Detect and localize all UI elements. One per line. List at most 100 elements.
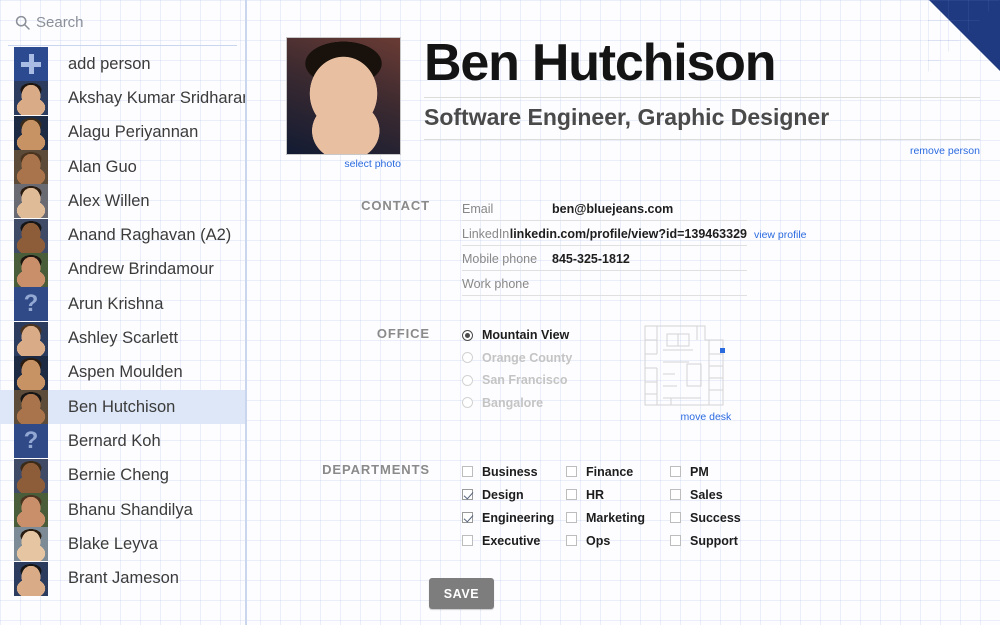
checkbox-icon[interactable] (566, 512, 577, 523)
person-row[interactable]: Alan Guo (0, 150, 245, 185)
radio-icon[interactable] (462, 374, 473, 386)
office-radio-option[interactable]: Orange County (462, 347, 572, 370)
department-checkbox-row[interactable]: Success (670, 506, 774, 529)
department-checkbox-row[interactable]: Engineering (462, 506, 566, 529)
checkbox-icon[interactable] (670, 466, 681, 477)
person-row[interactable]: Akshay Kumar Sridharan (0, 81, 245, 116)
person-row[interactable]: Alagu Periyannan (0, 115, 245, 150)
department-label: Success (690, 510, 741, 525)
person-row[interactable]: Bhanu Shandilya (0, 493, 245, 527)
checkbox-icon[interactable] (566, 535, 577, 546)
person-row[interactable]: Blake Leyva (0, 527, 245, 562)
avatar (14, 150, 48, 185)
plus-icon (14, 47, 48, 82)
checkbox-icon[interactable] (462, 466, 473, 477)
radio-icon[interactable] (462, 329, 473, 341)
search-input[interactable] (36, 14, 216, 31)
remove-person-link[interactable]: remove person (424, 145, 980, 157)
avatar (14, 321, 48, 356)
department-label: Ops (586, 533, 611, 548)
radio-icon[interactable] (462, 397, 473, 409)
department-checkbox-row[interactable]: Marketing (566, 506, 670, 529)
checkbox-icon[interactable] (670, 489, 681, 500)
contact-field-label: Mobile phone (462, 252, 538, 266)
department-checkbox-row[interactable]: Ops (566, 529, 670, 552)
avatar (14, 527, 48, 562)
office-radio-group[interactable]: Mountain View Orange County San Francisco B… (462, 324, 572, 423)
person-name: Bernie Cheng (68, 466, 169, 485)
add-person-row[interactable]: add person (0, 47, 245, 82)
office-radio-option[interactable]: San Francisco (462, 369, 572, 392)
people-list[interactable]: add person Akshay Kumar Sridharan Alagu P… (0, 47, 245, 625)
office-radio-option[interactable]: Mountain View (462, 324, 572, 347)
department-label: Engineering (482, 510, 555, 525)
view-profile-link[interactable]: view profile (754, 229, 807, 241)
departments-section: DEPARTMENTS Business Design Engineering Exe… (282, 460, 774, 552)
person-row[interactable]: Bernie Cheng (0, 458, 245, 493)
checkbox-icon[interactable] (566, 489, 577, 500)
move-desk-link[interactable]: move desk (643, 411, 732, 423)
person-name: Bhanu Shandilya (68, 500, 193, 519)
checkbox-icon[interactable] (566, 466, 577, 477)
avatar-placeholder-icon: ? (14, 287, 48, 322)
checkbox-icon[interactable] (670, 535, 681, 546)
office-radio-label: Orange County (482, 350, 573, 365)
person-row[interactable]: ? Arun Krishna (0, 287, 245, 322)
profile-header: Ben Hutchison Software Engineer, Graphic… (424, 36, 980, 157)
department-checkbox-row[interactable]: Design (462, 483, 566, 506)
contact-field-label: Email (462, 202, 494, 216)
avatar-placeholder-icon: ? (14, 424, 48, 459)
person-name: Akshay Kumar Sridharan (68, 88, 245, 107)
department-checkbox-row[interactable]: Support (670, 529, 774, 552)
person-row[interactable]: Ben Hutchison (0, 389, 245, 425)
contact-section-label: CONTACT (361, 198, 430, 213)
departments-checkbox-grid[interactable]: Business Design Engineering Executive Financ… (462, 460, 774, 552)
department-checkbox-row[interactable]: Executive (462, 529, 566, 552)
person-row[interactable]: Anand Raghavan (A2) (0, 218, 245, 253)
person-row[interactable]: ? Bernard Koh (0, 424, 245, 459)
person-name: Aspen Moulden (68, 363, 183, 382)
person-row[interactable]: Brant Jameson (0, 561, 245, 596)
department-checkbox-row[interactable]: Sales (670, 483, 774, 506)
office-body: Mountain View Orange County San Francisco B… (462, 324, 731, 423)
checkbox-icon[interactable] (462, 489, 473, 500)
contact-field-row[interactable]: LinkedIn linkedin.com/profile/view?id=139… (462, 221, 807, 246)
person-name: Brant Jameson (68, 569, 179, 588)
search-bar[interactable] (8, 0, 237, 46)
desk-marker (720, 348, 726, 353)
departments-section-label: DEPARTMENTS (322, 462, 430, 477)
floorplan-map[interactable] (643, 324, 731, 407)
person-row[interactable]: Andrew Brindamour (0, 252, 245, 287)
office-section-label: OFFICE (376, 326, 430, 341)
office-radio-option[interactable]: Bangalore (462, 392, 572, 415)
checkbox-icon[interactable] (462, 512, 473, 523)
checkbox-icon[interactable] (462, 535, 473, 546)
profile-photo[interactable] (286, 37, 401, 155)
person-row[interactable]: Aspen Moulden (0, 355, 245, 390)
person-row[interactable]: Alex Willen (0, 184, 245, 219)
office-radio-label: San Francisco (482, 373, 568, 388)
avatar (14, 493, 48, 527)
person-row[interactable]: Ashley Scarlett (0, 321, 245, 356)
contact-field-value[interactable]: linkedin.com/profile/view?id=139463329 (510, 227, 747, 245)
avatar (14, 561, 48, 596)
contact-field-value[interactable]: ben@bluejeans.com (552, 202, 673, 220)
department-label: HR (586, 487, 605, 502)
avatar (14, 184, 48, 219)
contact-field-value[interactable]: 845-325-1812 (552, 252, 630, 270)
contact-field-row[interactable]: Mobile phone 845-325-1812 (462, 246, 747, 271)
save-button[interactable]: SAVE (429, 578, 494, 609)
contact-field-label: LinkedIn (462, 227, 510, 241)
department-checkbox-row[interactable]: Finance (566, 460, 670, 483)
department-label: Finance (586, 464, 634, 479)
contact-field-row[interactable]: Email ben@bluejeans.com (462, 196, 747, 221)
department-checkbox-row[interactable]: PM (670, 460, 774, 483)
checkbox-icon[interactable] (670, 512, 681, 523)
select-photo-link[interactable]: select photo (286, 158, 401, 170)
department-label: Design (482, 487, 524, 502)
department-checkbox-row[interactable]: Business (462, 460, 566, 483)
radio-icon[interactable] (462, 352, 473, 364)
profile-subtitle: Software Engineer, Graphic Designer (424, 98, 980, 140)
department-checkbox-row[interactable]: HR (566, 483, 670, 506)
contact-field-row[interactable]: Work phone (462, 271, 747, 296)
